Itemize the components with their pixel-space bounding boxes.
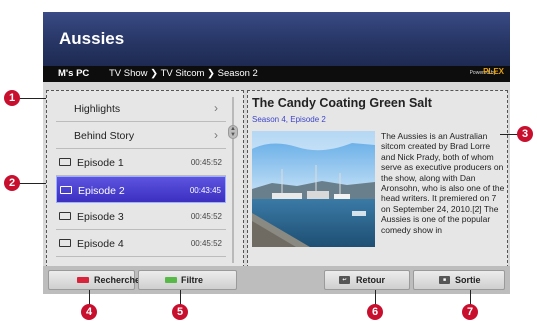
breadcrumb-bar: M's PC TV Show ❯ TV Sitcom ❯ Season 2 Po… (43, 66, 510, 82)
episode-duration: 00:45:52 (190, 158, 222, 167)
green-key-icon (165, 277, 177, 283)
callout-5: 5 (172, 304, 188, 320)
list-item-behind-story[interactable]: Behind Story › (56, 122, 226, 149)
callout-line (375, 290, 376, 305)
episode-label: Episode 3 (77, 211, 124, 223)
episode-row[interactable]: Episode 4 00:45:52 (56, 230, 226, 257)
back-button-label: Retour (356, 275, 385, 285)
episode-list: Highlights › Behind Story › Episode 1 00… (56, 95, 226, 257)
tv-icon (59, 158, 71, 166)
callout-line (89, 290, 90, 305)
chevron-right-icon: › (214, 128, 218, 142)
episode-label: Episode 2 (78, 185, 125, 197)
episode-duration: 00:43:45 (189, 186, 221, 195)
exit-button-label: Sortie (455, 275, 481, 285)
episode-title: The Candy Coating Green Salt (252, 96, 432, 110)
callout-line (17, 183, 46, 184)
filter-button[interactable]: Filtre (138, 270, 237, 290)
exit-button[interactable]: ■ Sortie (413, 270, 505, 290)
episode-label: Episode 4 (77, 238, 124, 250)
episode-description: The Aussies is an Australian sitcom crea… (381, 131, 505, 235)
title-header: Aussies (43, 12, 510, 66)
scrollbar-track[interactable] (232, 97, 234, 263)
callout-4: 4 (81, 304, 97, 320)
episode-row[interactable]: Episode 3 00:45:52 (56, 203, 226, 230)
scrollbar-thumb[interactable]: ▲ ▼ (228, 125, 238, 139)
red-key-icon (77, 277, 89, 283)
tv-icon (59, 239, 71, 247)
search-button[interactable]: Recherche (48, 270, 140, 290)
list-item-label: Highlights (74, 103, 121, 115)
callout-line (17, 98, 46, 99)
episode-row[interactable]: Episode 1 00:45:52 (56, 149, 226, 176)
callout-7: 7 (462, 304, 478, 320)
breadcrumb: TV Show ❯ TV Sitcom ❯ Season 2 (109, 68, 258, 79)
back-key-icon: ↩ (339, 276, 350, 284)
callout-1: 1 (4, 90, 20, 106)
episode-subtitle: Season 4, Episode 2 (252, 115, 326, 124)
back-button[interactable]: ↩ Retour (324, 270, 410, 290)
callout-line (180, 290, 181, 305)
tv-icon (60, 186, 72, 194)
episode-list-panel: Highlights › Behind Story › Episode 1 00… (46, 90, 244, 268)
chevron-right-icon: › (214, 101, 218, 115)
episode-thumbnail (252, 131, 375, 247)
episode-detail-panel: The Candy Coating Green Salt Season 4, E… (247, 90, 508, 268)
footer-button-bar: Recherche Filtre ↩ Retour ■ Sortie (43, 266, 510, 294)
callout-3: 3 (517, 126, 533, 142)
exit-key-icon: ■ (439, 276, 450, 284)
page-title: Aussies (59, 29, 125, 48)
episode-duration: 00:45:52 (190, 212, 222, 221)
media-browser-screen: Aussies M's PC TV Show ❯ TV Sitcom ❯ Sea… (43, 12, 510, 294)
episode-label: Episode 1 (77, 157, 124, 169)
plex-logo: PLEX (483, 67, 504, 76)
episode-row-selected[interactable]: Episode 2 00:43:45 (56, 176, 226, 203)
list-item-label: Behind Story (74, 130, 135, 142)
episode-duration: 00:45:52 (190, 239, 222, 248)
source-name: M's PC (58, 68, 90, 79)
filter-button-label: Filtre (181, 275, 204, 285)
list-item-highlights[interactable]: Highlights › (56, 95, 226, 122)
callout-6: 6 (367, 304, 383, 320)
search-button-label: Recherche (94, 275, 141, 285)
callout-line (470, 290, 471, 305)
tv-icon (59, 212, 71, 220)
callout-2: 2 (4, 175, 20, 191)
